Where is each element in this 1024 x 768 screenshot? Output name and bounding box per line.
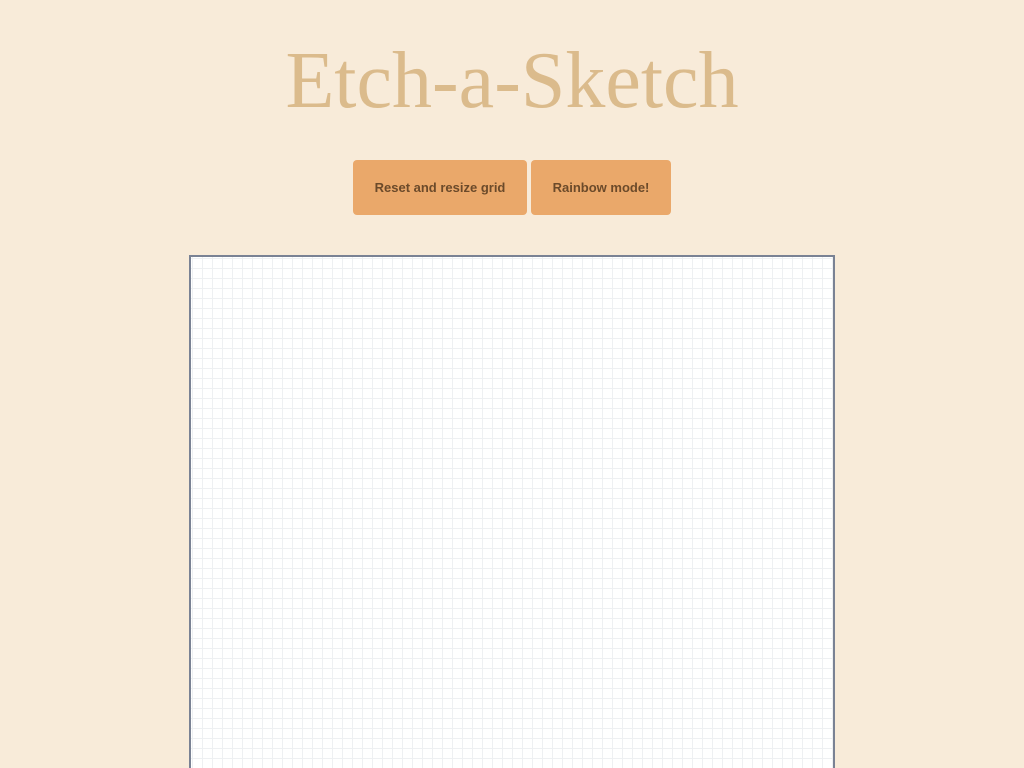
page-title: Etch-a-Sketch [285, 37, 739, 125]
reset-resize-grid-button[interactable]: Reset and resize grid [353, 160, 527, 215]
rainbow-mode-button[interactable]: Rainbow mode! [531, 160, 671, 215]
sketch-grid[interactable] [189, 255, 835, 768]
page: Etch-a-Sketch Reset and resize grid Rain… [0, 0, 1024, 768]
controls-bar: Reset and resize grid Rainbow mode! [0, 160, 1024, 215]
